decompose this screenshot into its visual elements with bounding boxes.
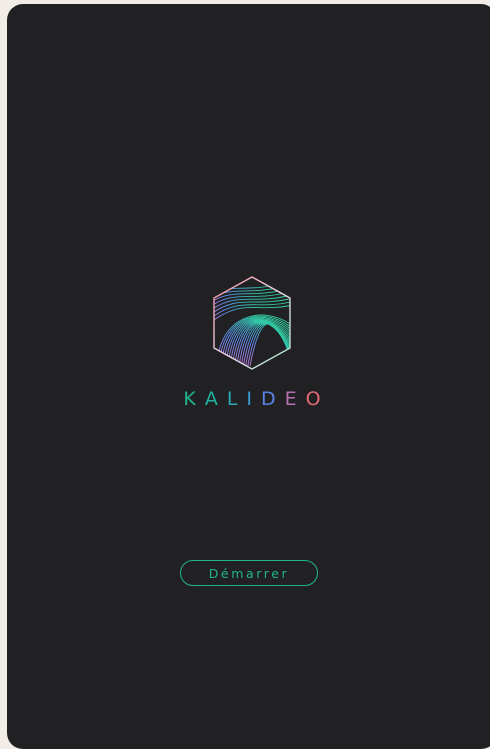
app-screen: KALIDEO Démarrer [7, 4, 490, 749]
start-button[interactable]: Démarrer [180, 560, 318, 586]
brand-logo: KALIDEO [7, 274, 490, 410]
brand-letter: I [246, 388, 262, 410]
brand-letter: A [204, 388, 227, 410]
brand-wordmark: KALIDEO [174, 388, 329, 410]
brand-letter: D [261, 388, 285, 410]
brand-letter: E [284, 388, 306, 410]
hexagon-wave-logo-icon [213, 276, 291, 370]
brand-letter: L [226, 388, 247, 410]
brand-letter: K [183, 388, 205, 410]
brand-letter: O [305, 388, 330, 410]
